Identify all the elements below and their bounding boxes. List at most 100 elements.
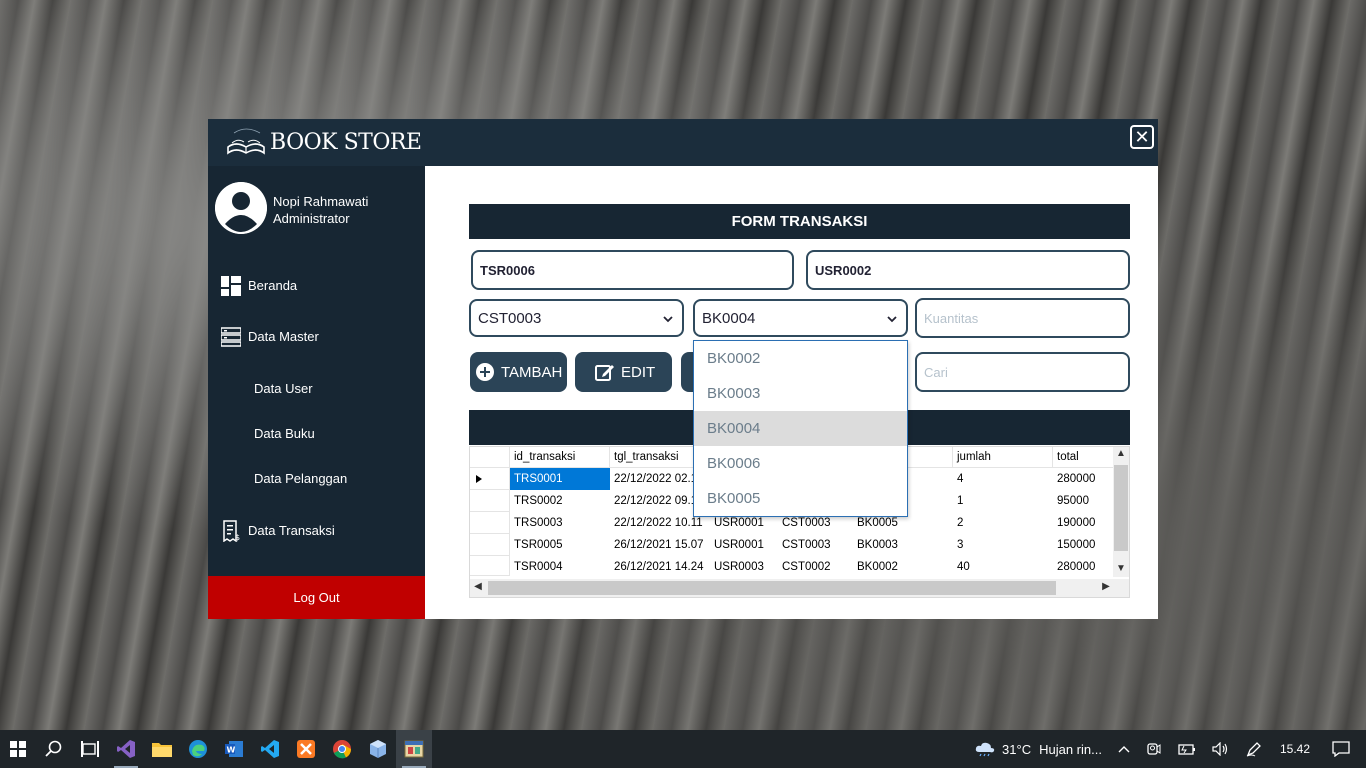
table-cell[interactable]: 280000 <box>1053 468 1115 490</box>
weather-text: Hujan rin... <box>1039 741 1102 757</box>
table-cell[interactable]: TRS0003 <box>510 512 610 534</box>
user-name: Nopi Rahmawati <box>273 194 369 209</box>
table-cell[interactable]: CST0003 <box>778 534 853 556</box>
sidebar-item-data-user[interactable]: Data User <box>254 381 313 396</box>
scroll-thumb[interactable] <box>488 581 1056 595</box>
id-user-value: USR0002 <box>815 262 872 278</box>
id-transaksi-value: TSR0006 <box>480 262 535 278</box>
table-cell[interactable]: CST0002 <box>778 556 853 578</box>
customer-select[interactable]: CST0003 <box>469 299 684 337</box>
table-cell[interactable]: 26/12/2021 14.24 <box>610 556 710 578</box>
word-taskbar-button[interactable]: W <box>216 730 252 768</box>
logout-button[interactable]: Log Out <box>208 576 425 619</box>
table-cell[interactable]: 1 <box>953 490 1053 512</box>
virtualbox-taskbar-button[interactable] <box>360 730 396 768</box>
folder-icon <box>152 743 172 757</box>
taskbar: W 31°C Hujan rin... 15.42 <box>0 730 1366 768</box>
quantity-placeholder: Kuantitas <box>924 310 979 326</box>
scroll-down-icon[interactable]: ▼ <box>1113 563 1129 574</box>
chrome-taskbar-button[interactable] <box>324 730 360 768</box>
chevron-up-icon[interactable] <box>1118 745 1130 753</box>
dropdown-option-highlighted[interactable]: BK0004 <box>694 411 907 446</box>
title-bar: BOOK STORE ✕ <box>208 119 1158 166</box>
row-header[interactable] <box>470 490 510 512</box>
column-header-jumlah[interactable]: jumlah <box>953 447 1053 468</box>
cloud-rain-icon <box>975 742 995 757</box>
dropdown-option[interactable]: BK0006 <box>694 446 907 481</box>
table-cell[interactable]: TRS0001 <box>510 468 610 490</box>
table-cell[interactable]: 95000 <box>1053 490 1115 512</box>
sidebar-item-data-pelanggan[interactable]: Data Pelanggan <box>254 471 347 486</box>
bookstore-window: BOOK STORE ✕ Nopi Rahmawati Administrato… <box>208 119 1158 619</box>
search-button[interactable] <box>36 730 72 768</box>
dropdown-option[interactable]: BK0005 <box>694 481 907 516</box>
search-placeholder: Cari <box>924 364 948 380</box>
dropdown-option[interactable]: BK0003 <box>694 376 907 411</box>
table-cell[interactable]: 280000 <box>1053 556 1115 578</box>
weather-widget[interactable]: 31°C Hujan rin... <box>974 741 1102 757</box>
visual-studio-taskbar-button[interactable] <box>108 730 144 768</box>
table-cell[interactable]: 40 <box>953 556 1053 578</box>
bookstore-app-taskbar-button[interactable] <box>396 730 432 768</box>
table-cell[interactable]: USR0001 <box>710 534 778 556</box>
table-cell[interactable]: 2 <box>953 512 1053 534</box>
quantity-input[interactable]: Kuantitas <box>915 298 1130 338</box>
column-header-total[interactable]: total <box>1053 447 1115 468</box>
horizontal-scrollbar[interactable]: ◀ ▶ <box>470 579 1129 597</box>
dropdown-option[interactable]: BK0002 <box>694 341 907 376</box>
start-button[interactable] <box>0 730 36 768</box>
xampp-taskbar-button[interactable] <box>288 730 324 768</box>
table-cell[interactable]: 3 <box>953 534 1053 556</box>
sidebar-item-data-buku[interactable]: Data Buku <box>254 426 315 441</box>
table-cell[interactable]: 26/12/2021 15.07 <box>610 534 710 556</box>
vertical-scrollbar[interactable]: ▲ ▼ <box>1113 447 1129 577</box>
meet-now-icon[interactable] <box>1146 741 1162 757</box>
notification-icon[interactable] <box>1332 741 1350 757</box>
sidebar: Nopi Rahmawati Administrator Beranda Dat… <box>208 166 425 619</box>
row-header[interactable] <box>470 534 510 556</box>
table-cell[interactable]: TSR0005 <box>510 534 610 556</box>
xampp-icon <box>297 740 315 758</box>
scroll-right-icon[interactable]: ▶ <box>1098 581 1114 592</box>
book-select[interactable]: BK0004 <box>693 299 908 337</box>
table-cell[interactable]: TSR0004 <box>510 556 610 578</box>
battery-icon[interactable] <box>1178 742 1196 756</box>
table-cell[interactable]: BK0003 <box>853 534 953 556</box>
table-cell[interactable]: BK0002 <box>853 556 953 578</box>
sidebar-item-data-master[interactable]: Data Master <box>220 326 319 347</box>
task-view-button[interactable] <box>72 730 108 768</box>
vscode-taskbar-button[interactable] <box>252 730 288 768</box>
open-book-icon <box>222 125 270 159</box>
id-user-field[interactable]: USR0002 <box>806 250 1130 290</box>
windows-icon <box>10 741 26 757</box>
scroll-up-icon[interactable]: ▲ <box>1113 448 1129 459</box>
file-explorer-taskbar-button[interactable] <box>144 730 180 768</box>
sidebar-item-beranda[interactable]: Beranda <box>220 275 297 296</box>
edit-button[interactable]: EDIT <box>575 352 672 392</box>
column-header-id-transaksi[interactable]: id_transaksi <box>510 447 610 468</box>
scroll-left-icon[interactable]: ◀ <box>470 581 486 592</box>
row-header[interactable] <box>470 468 510 490</box>
id-transaksi-field[interactable]: TSR0006 <box>471 250 794 290</box>
plus-circle-icon <box>476 363 494 381</box>
scroll-thumb[interactable] <box>1114 465 1128 551</box>
table-cell[interactable]: TRS0002 <box>510 490 610 512</box>
box-icon <box>370 740 386 758</box>
clock[interactable]: 15.42 <box>1280 742 1310 756</box>
table-cell[interactable]: 4 <box>953 468 1053 490</box>
table-cell[interactable]: USR0003 <box>710 556 778 578</box>
book-dropdown-list[interactable]: BK0002 BK0003 BK0004 BK0006 BK0005 <box>693 340 908 517</box>
table-cell[interactable]: 150000 <box>1053 534 1115 556</box>
tambah-button[interactable]: TAMBAH <box>470 352 567 392</box>
edge-taskbar-button[interactable] <box>180 730 216 768</box>
row-header[interactable] <box>470 556 510 576</box>
volume-icon[interactable] <box>1212 742 1230 756</box>
vscode-icon <box>261 740 279 758</box>
row-header[interactable] <box>470 512 510 534</box>
table-cell[interactable]: 190000 <box>1053 512 1115 534</box>
chevron-down-icon <box>887 316 897 323</box>
search-input[interactable]: Cari <box>915 352 1130 392</box>
pen-icon[interactable] <box>1246 741 1262 757</box>
sidebar-item-data-transaksi[interactable]: $ Data Transaksi <box>220 519 335 542</box>
close-button[interactable]: ✕ <box>1130 125 1154 149</box>
